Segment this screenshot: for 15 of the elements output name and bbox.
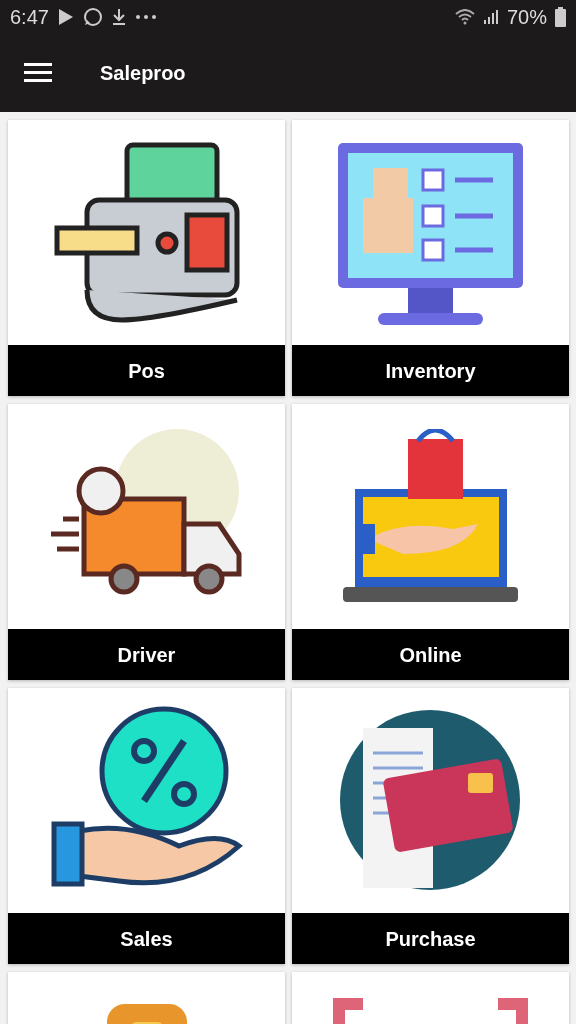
status-time: 6:47 <box>10 5 49 30</box>
menu-tile[interactable]: Pos <box>8 120 285 396</box>
tile-label: Sales <box>8 913 285 964</box>
tile-label: Pos <box>8 345 285 396</box>
menu-tile[interactable]: Driver <box>8 404 285 680</box>
tile-label: Inventory <box>292 345 569 396</box>
tile-label: Purchase <box>292 913 569 964</box>
tile-label: Driver <box>8 629 285 680</box>
menu-tile[interactable]: Online <box>292 404 569 680</box>
battery-percent: 70% <box>506 5 547 30</box>
app-title: Saleproo <box>100 61 186 86</box>
menu-tile[interactable]: Purchase <box>292 688 569 964</box>
menu-tile[interactable]: Inventory <box>292 120 569 396</box>
menu-tile[interactable]: Sales <box>8 688 285 964</box>
tile-label: Online <box>292 629 569 680</box>
